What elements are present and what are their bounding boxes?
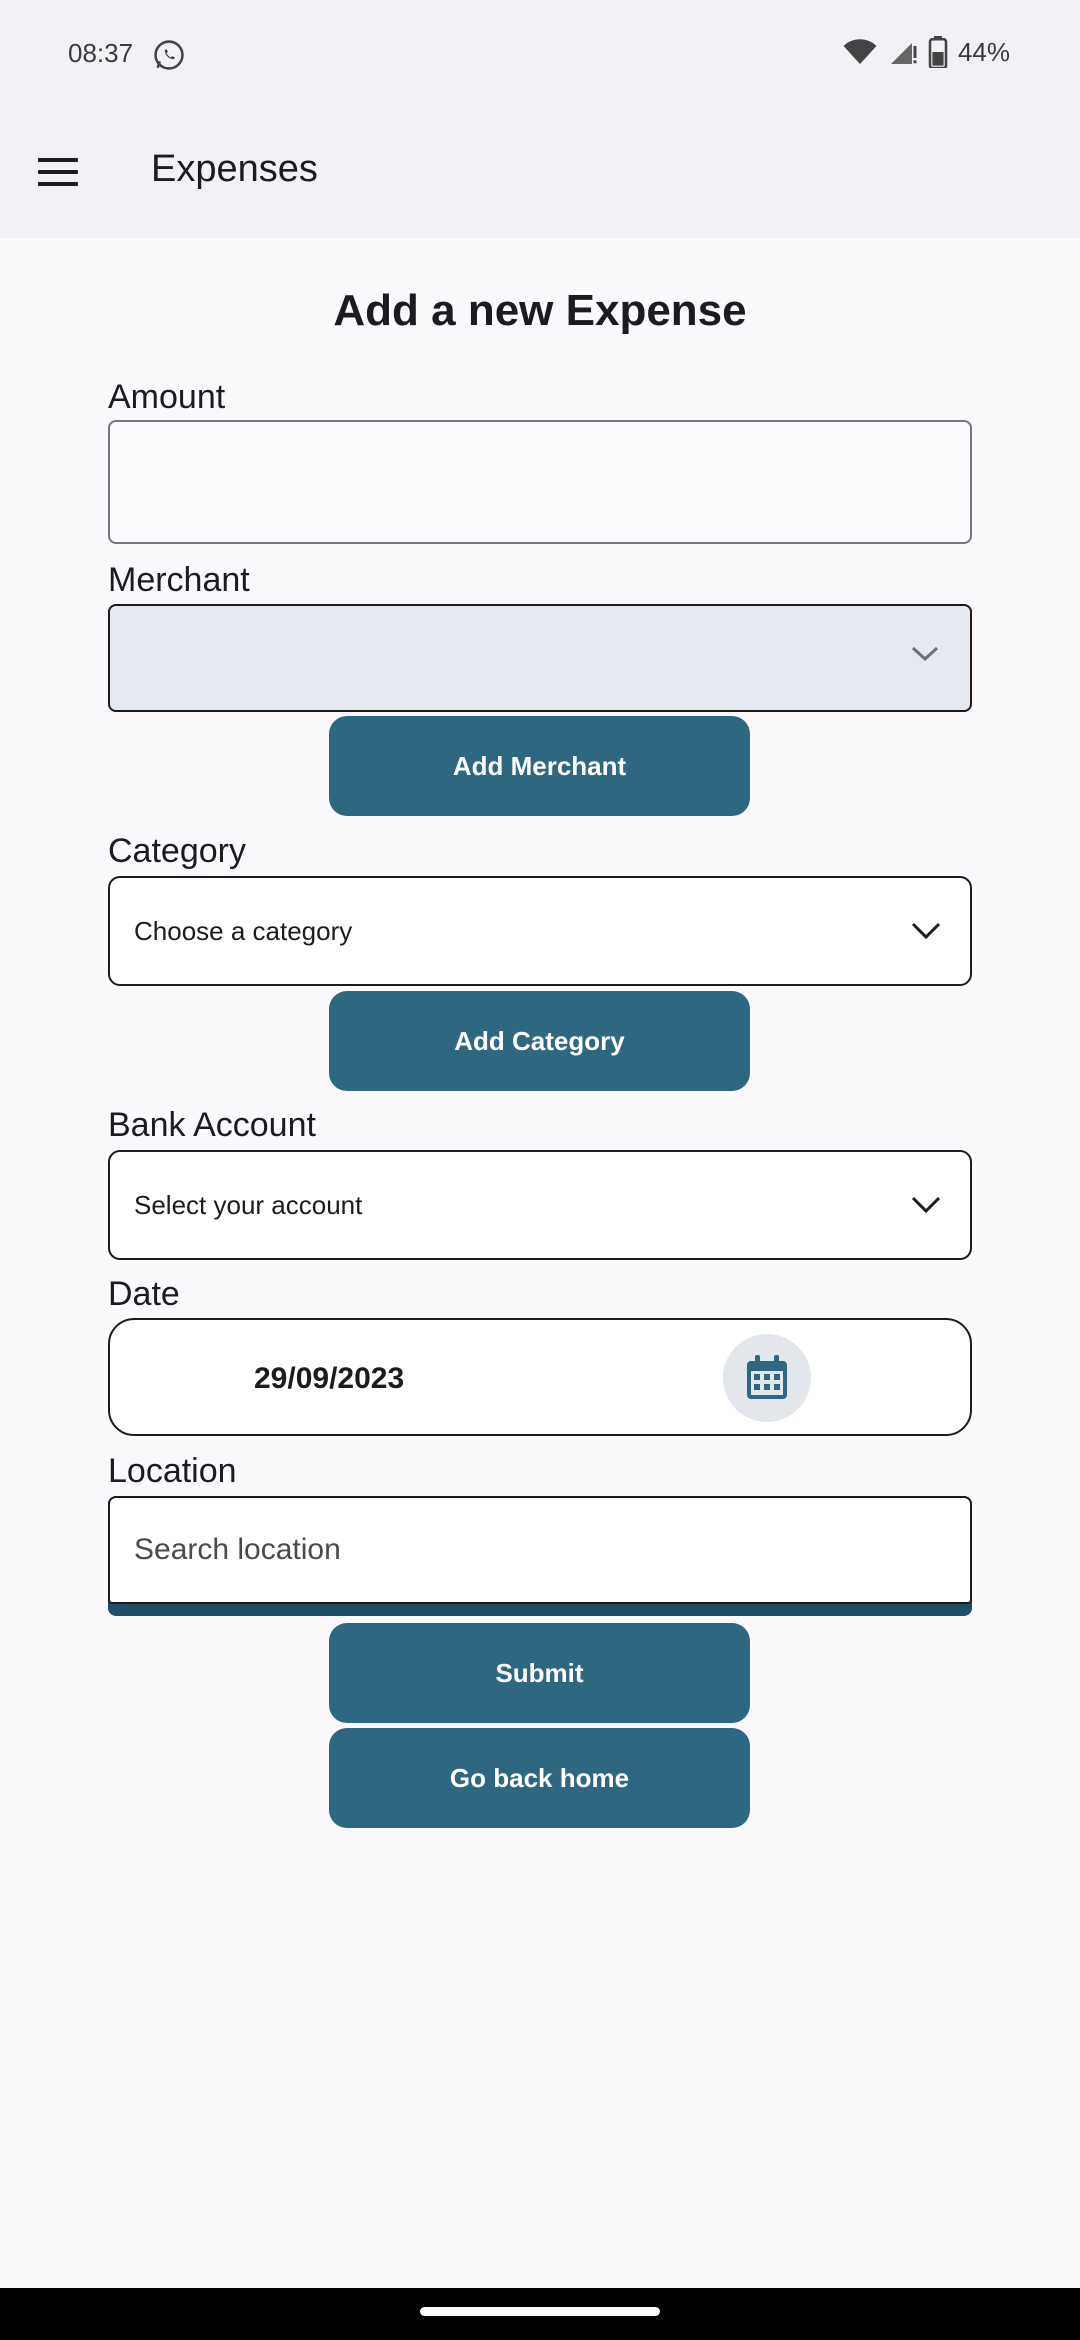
- location-search-input[interactable]: [108, 1496, 972, 1604]
- go-back-home-button[interactable]: Go back home: [329, 1728, 750, 1828]
- add-category-button[interactable]: Add Category: [329, 991, 750, 1091]
- hamburger-menu-icon[interactable]: [36, 152, 80, 192]
- calendar-icon: [747, 1355, 787, 1399]
- wifi-icon: [843, 39, 877, 64]
- signal-icon: [890, 43, 917, 64]
- bank-account-value: Select your account: [134, 1190, 363, 1220]
- merchant-select[interactable]: [108, 604, 972, 712]
- location-label: Location: [108, 1452, 237, 1490]
- category-value: Choose a category: [134, 916, 353, 946]
- merchant-label: Merchant: [108, 561, 250, 599]
- home-indicator[interactable]: [420, 2307, 660, 2316]
- category-select[interactable]: Choose a category: [108, 876, 972, 986]
- battery-percent: 44%: [957, 36, 1010, 67]
- date-value: 29/09/2023: [254, 1362, 405, 1395]
- expense-screen: 08:37 44% Expenses Add a new Expense Amo…: [0, 0, 1080, 2340]
- date-label: Date: [108, 1275, 180, 1313]
- battery-icon: [928, 36, 948, 68]
- status-bar: 08:37 44%: [0, 0, 1080, 108]
- bank-account-select[interactable]: Select your account: [108, 1150, 972, 1260]
- whatsapp-icon: [154, 40, 184, 70]
- calendar-button[interactable]: [723, 1334, 811, 1422]
- app-title: Expenses: [151, 148, 318, 190]
- bank-account-label: Bank Account: [108, 1106, 316, 1144]
- location-search: [108, 1496, 972, 1616]
- chevron-down-icon: [911, 922, 941, 940]
- add-merchant-button[interactable]: Add Merchant: [329, 716, 750, 816]
- chevron-down-icon: [911, 1196, 941, 1214]
- category-label: Category: [108, 832, 246, 870]
- page-title: Add a new Expense: [333, 286, 747, 335]
- submit-button[interactable]: Submit: [329, 1623, 750, 1723]
- status-time: 08:37: [68, 38, 134, 68]
- chevron-down-icon: [911, 646, 939, 662]
- amount-input[interactable]: [108, 420, 972, 544]
- amount-label: Amount: [108, 378, 226, 416]
- app-bar: Expenses: [0, 108, 1080, 238]
- status-icons: 44%: [842, 36, 1010, 68]
- date-field[interactable]: 29/09/2023: [108, 1318, 972, 1436]
